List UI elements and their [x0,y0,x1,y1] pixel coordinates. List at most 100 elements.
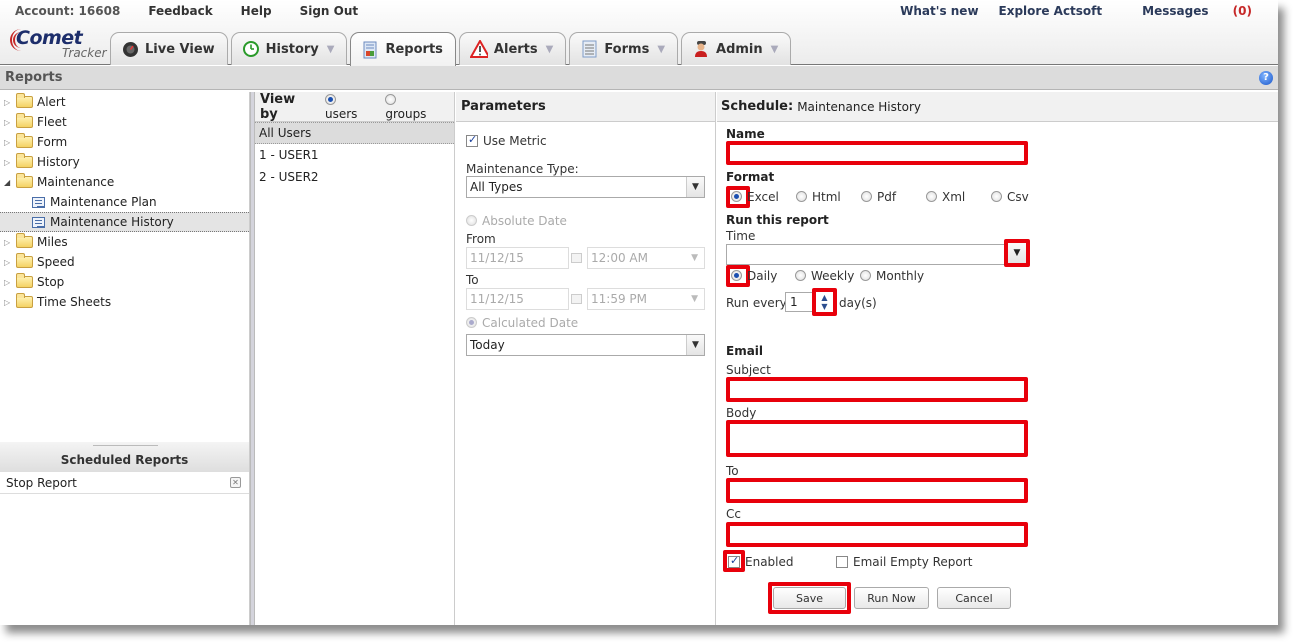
radio-icon[interactable] [466,215,477,226]
frequency-daily-radio[interactable]: Daily [731,269,777,283]
chevron-down-icon[interactable]: ▼ [686,177,704,197]
select-value: All Types [470,180,523,194]
tab-live-view[interactable]: Live View [110,32,228,65]
tree-item-label: Miles [37,235,68,249]
radio-selected-icon[interactable] [731,270,742,281]
help-icon[interactable]: ? [1259,71,1273,85]
checkbox-checked-icon[interactable] [466,133,478,147]
cancel-button[interactable]: Cancel [937,587,1011,609]
chevron-down-icon[interactable]: ▼ [686,335,704,355]
tree-item-stop[interactable]: ▷ Stop [0,272,249,292]
tab-alerts[interactable]: Alerts ▼ [458,32,567,65]
time-dropdown-button[interactable]: ▼ [1004,239,1030,267]
expand-icon[interactable]: ▷ [4,238,14,247]
to-input[interactable] [726,478,1028,503]
from-date-input[interactable]: 11/12/15 [466,247,569,269]
close-icon[interactable]: ✕ [230,477,241,488]
radio-label: Calculated Date [482,316,579,330]
cc-input[interactable] [726,522,1028,547]
tree-item-history[interactable]: ▷ History [0,152,249,172]
chevron-up-icon[interactable]: ▲ [821,293,827,302]
subject-input[interactable] [726,377,1028,402]
help-link[interactable]: Help [241,4,272,18]
radio-icon[interactable] [860,270,871,281]
chevron-down-icon[interactable]: ▼ [657,44,665,55]
tree-item-speed[interactable]: ▷ Speed [0,252,249,272]
collapse-icon[interactable]: ◢ [4,178,14,187]
view-by-groups-radio[interactable]: groups [385,93,440,121]
chevron-down-icon[interactable]: ▼ [546,44,554,55]
expand-icon[interactable]: ▷ [4,98,14,107]
radio-icon[interactable] [861,191,872,202]
chevron-down-icon[interactable]: ▼ [327,44,335,55]
chevron-down-icon[interactable]: ▼ [771,44,779,55]
user-row-all-users[interactable]: All Users [255,122,454,144]
whats-new-link[interactable]: What's new [900,4,978,18]
format-xml-radio[interactable]: Xml [926,190,965,204]
tree-item-fleet[interactable]: ▷ Fleet [0,112,249,132]
radio-icon[interactable] [385,93,397,105]
tab-reports[interactable]: Reports [350,32,456,66]
format-csv-radio[interactable]: Csv [991,190,1029,204]
email-empty-report-checkbox[interactable]: Email Empty Report [836,555,972,569]
tab-admin[interactable]: Admin ▼ [681,32,792,65]
from-time-select[interactable]: 12:00 AM ▼ [587,247,705,269]
run-every-stepper[interactable]: ▲ ▼ [812,288,837,316]
tree-item-time-sheets[interactable]: ▷ Time Sheets [0,292,249,312]
tree-item-maintenance-history[interactable]: Maintenance History [0,212,249,232]
expand-icon[interactable]: ▷ [4,258,14,267]
calendar-icon[interactable] [571,247,585,269]
enabled-checkbox[interactable]: Enabled [728,554,794,569]
explore-actsoft-link[interactable]: Explore Actsoft [999,4,1103,18]
checkbox-checked-icon[interactable] [728,554,740,568]
tree-item-maintenance[interactable]: ◢ Maintenance [0,172,249,192]
expand-icon[interactable]: ▷ [4,298,14,307]
radio-icon[interactable] [795,270,806,281]
user-row-user2[interactable]: 2 - USER2 [255,166,454,188]
maintenance-type-select[interactable]: All Types ▼ [466,176,705,198]
expand-icon[interactable]: ▷ [4,158,14,167]
view-by-users-radio[interactable]: users [324,93,371,121]
run-every-input[interactable]: 1 [785,292,815,312]
sign-out-link[interactable]: Sign Out [300,4,359,18]
calendar-icon[interactable] [571,288,585,310]
user-row-user1[interactable]: 1 - USER1 [255,144,454,166]
tab-forms[interactable]: Forms ▼ [569,32,679,65]
tree-item-alert[interactable]: ▷ Alert [0,92,249,112]
tree-item-miles[interactable]: ▷ Miles [0,232,249,252]
radio-selected-icon[interactable] [324,93,336,105]
tab-history[interactable]: History ▼ [230,32,348,65]
name-input[interactable] [726,141,1028,165]
messages-link[interactable]: Messages (0) [1122,4,1252,18]
body-textarea[interactable] [726,420,1028,457]
to-date-input[interactable]: 11/12/15 [466,288,569,310]
chevron-down-icon[interactable]: ▼ [821,302,827,311]
tree-item-maintenance-plan[interactable]: Maintenance Plan [0,192,249,212]
format-excel-radio[interactable]: Excel [731,190,779,204]
calculated-date-radio[interactable]: Calculated Date [466,316,705,330]
calculated-date-select[interactable]: Today ▼ [466,334,705,356]
frequency-monthly-radio[interactable]: Monthly [860,269,924,283]
format-pdf-radio[interactable]: Pdf [861,190,896,204]
expand-icon[interactable]: ▷ [4,118,14,127]
radio-icon[interactable] [926,191,937,202]
radio-icon[interactable] [991,191,1002,202]
format-html-radio[interactable]: Html [796,190,841,204]
save-button[interactable]: Save [773,587,846,609]
checkbox-icon[interactable] [836,556,848,568]
use-metric-checkbox[interactable]: Use Metric [466,133,705,148]
run-now-button[interactable]: Run Now [854,587,929,609]
absolute-date-radio[interactable]: Absolute Date [466,214,705,228]
radio-selected-icon[interactable] [466,317,477,328]
scheduled-report-item[interactable]: Stop Report ✕ [0,472,249,494]
expand-icon[interactable]: ▷ [4,278,14,287]
feedback-link[interactable]: Feedback [148,4,212,18]
radio-icon[interactable] [796,191,807,202]
time-input[interactable] [726,244,1006,265]
expand-icon[interactable]: ▷ [4,138,14,147]
schedule-title-report: Maintenance History [797,99,921,114]
radio-selected-icon[interactable] [731,191,742,202]
to-time-select[interactable]: 11:59 PM ▼ [587,288,705,310]
tree-item-form[interactable]: ▷ Form [0,132,249,152]
frequency-weekly-radio[interactable]: Weekly [795,269,854,283]
